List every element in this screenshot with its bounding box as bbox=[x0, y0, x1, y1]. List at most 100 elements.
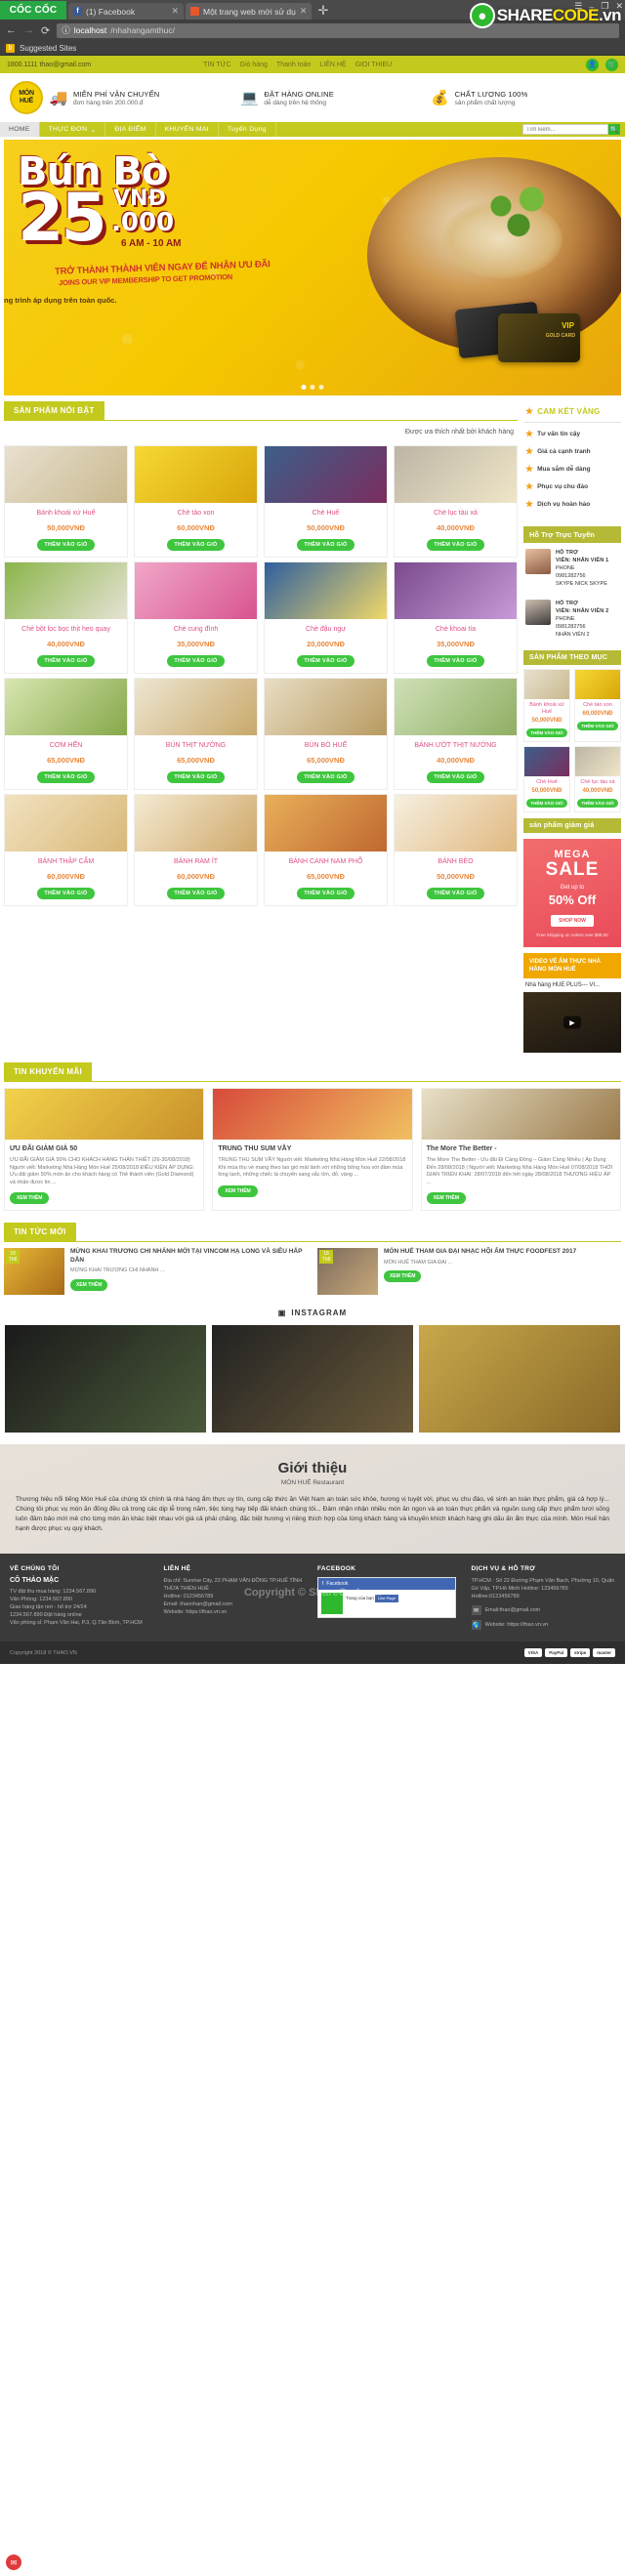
add-to-cart-button[interactable]: THÊM VÀO GIỎ bbox=[427, 771, 484, 783]
search-input[interactable] bbox=[522, 124, 608, 135]
add-to-cart-button[interactable]: THÊM VÀO GIỎ bbox=[37, 655, 95, 667]
add-to-cart-button[interactable]: THÊM VÀO GIỎ bbox=[297, 771, 354, 783]
add-to-cart-button[interactable]: THÊM VÀO GIỎ bbox=[37, 771, 95, 783]
product-card[interactable]: CƠM HẾN 65,000VNĐ THÊM VÀO GIỎ bbox=[4, 678, 128, 790]
add-to-cart-button[interactable]: THÊM VÀO GIỎ bbox=[167, 888, 225, 899]
brand-logo[interactable]: MÓN HUẾ bbox=[10, 81, 43, 114]
search-icon[interactable]: 🔍 bbox=[608, 124, 620, 135]
footer-email[interactable]: Email:thao@gmail.com bbox=[485, 1607, 541, 1613]
add-to-cart-button[interactable]: THÊM VÀO GIỎ bbox=[297, 888, 354, 899]
product-card[interactable]: BÁNH ƯỚT THỊT NƯỚNG 40,000VNĐ THÊM VÀO G… bbox=[394, 678, 518, 790]
close-window-icon[interactable]: ✕ bbox=[615, 1, 623, 12]
topnav-lien-he[interactable]: LIÊN HỆ bbox=[319, 62, 346, 68]
sale-promo-box[interactable]: MEGA SALE Get up to 50% Off SHOP NOW Fre… bbox=[523, 839, 621, 947]
slider-dot-2[interactable] bbox=[310, 385, 315, 390]
product-card[interactable]: Bánh khoái xứ Huế 50,000VNĐ THÊM VÀO GIỎ bbox=[4, 445, 128, 558]
nav-item-dia-diem[interactable]: ĐỊA ĐIỂM bbox=[105, 122, 156, 137]
instagram-photo[interactable] bbox=[5, 1325, 206, 1433]
read-more-button[interactable]: XEM THÊM bbox=[70, 1278, 108, 1291]
nav-item-home[interactable]: HOME bbox=[0, 122, 40, 137]
add-to-cart-button[interactable]: THÊM VÀO GIỎ bbox=[577, 722, 618, 730]
play-icon[interactable]: ▶ bbox=[563, 1016, 581, 1029]
sidebar-product-card[interactable]: Chè Huế 50,000VNĐ THÊM VÀO GIỎ bbox=[523, 746, 570, 812]
product-card[interactable]: BÁNH CANH NAM PHỔ 65,000VNĐ THÊM VÀO GIỎ bbox=[264, 794, 388, 906]
shop-now-button[interactable]: SHOP NOW bbox=[551, 915, 594, 927]
instagram-photo[interactable] bbox=[212, 1325, 413, 1433]
topnav-thanh-toan[interactable]: Thanh toán bbox=[276, 62, 311, 68]
product-card[interactable]: Chè cung đình 35,000VNĐ THÊM VÀO GIỎ bbox=[134, 561, 258, 674]
sidebar-product-card[interactable]: Chè lục tàu xá 40,000VNĐ THÊM VÀO GIỎ bbox=[574, 746, 621, 812]
product-card[interactable]: BÁNH RAM ÍT 60,000VNĐ THÊM VÀO GIỎ bbox=[134, 794, 258, 906]
cart-icon[interactable]: 🛒 bbox=[605, 58, 618, 71]
bookmark-suggested-sites[interactable]: Suggested Sites bbox=[20, 44, 76, 53]
add-to-cart-button[interactable]: THÊM VÀO GIỎ bbox=[297, 539, 354, 551]
add-to-cart-button[interactable]: THÊM VÀO GIỎ bbox=[37, 539, 95, 551]
product-card[interactable]: Chè khoai tía 35,000VNĐ THÊM VÀO GIỎ bbox=[394, 561, 518, 674]
add-to-cart-button[interactable]: THÊM VÀO GIỎ bbox=[427, 888, 484, 899]
add-to-cart-button[interactable]: THÊM VÀO GIỎ bbox=[427, 539, 484, 551]
star-icon: ★ bbox=[525, 481, 534, 491]
address-input[interactable]: ⓘ localhost/nhahangamthuc/ bbox=[57, 22, 619, 38]
nav-item-tuyen-dung[interactable]: Tuyển Dụng bbox=[219, 122, 276, 137]
add-to-cart-button[interactable]: THÊM VÀO GIỎ bbox=[526, 728, 567, 737]
news-item[interactable]: 18 Th8 MỪNG KHAI TRƯƠNG CHI NHÁNH MỚI TẠ… bbox=[4, 1248, 308, 1295]
reload-icon[interactable]: ⟳ bbox=[41, 24, 50, 37]
add-to-cart-button[interactable]: THÊM VÀO GIỎ bbox=[167, 655, 225, 667]
promo-card[interactable]: TRUNG THU SUM VẦY TRUNG THU SUM VẦY Ngườ… bbox=[212, 1088, 413, 1211]
product-card[interactable]: BÚN BÒ HUẾ 65,000VNĐ THÊM VÀO GIỎ bbox=[264, 678, 388, 790]
hero-slider-dots[interactable] bbox=[301, 385, 324, 390]
read-more-button[interactable]: XEM THÊM bbox=[10, 1192, 50, 1204]
maximize-icon[interactable]: ❐ bbox=[601, 1, 608, 12]
product-card[interactable]: Chè bột lọc bọc thịt heo quay 40,000VNĐ … bbox=[4, 561, 128, 674]
product-card[interactable]: Chè lục tàu xá 40,000VNĐ THÊM VÀO GIỎ bbox=[394, 445, 518, 558]
add-to-cart-button[interactable]: THÊM VÀO GIỎ bbox=[167, 539, 225, 551]
news-item[interactable]: 18 Th8 MÓN HUẾ THAM GIA ĐẠI NHẠC HỘI ẨM … bbox=[317, 1248, 621, 1295]
topnav-tin-tuc[interactable]: TIN TỨC bbox=[203, 62, 230, 68]
product-name: BÁNH CANH NAM PHỔ bbox=[288, 858, 363, 865]
add-to-cart-button[interactable]: THÊM VÀO GIỎ bbox=[167, 771, 225, 783]
product-card[interactable]: BÁNH BÈO 50,000VNĐ THÊM VÀO GIỎ bbox=[394, 794, 518, 906]
product-card[interactable]: BÚN THỊT NƯỚNG 65,000VNĐ THÊM VÀO GIỎ bbox=[134, 678, 258, 790]
product-name: Bánh khoái xứ Huế bbox=[529, 702, 564, 715]
slider-dot-3[interactable] bbox=[318, 385, 324, 390]
product-card[interactable]: Chè đậu ngự 20,000VNĐ THÊM VÀO GIỎ bbox=[264, 561, 388, 674]
add-to-cart-button[interactable]: THÊM VÀO GIỎ bbox=[37, 888, 95, 899]
sidebar-product-card[interactable]: Chè táo xon 60,000VNĐ THÊM VÀO GIỎ bbox=[574, 669, 621, 742]
read-more-button[interactable]: XEM THÊM bbox=[218, 1184, 258, 1197]
nav-item-khuyen-mai[interactable]: KHUYẾN MAI bbox=[156, 122, 219, 137]
footer-website[interactable]: Website: https://thao.vn.vn bbox=[485, 1622, 549, 1628]
user-icon[interactable]: 👤 bbox=[586, 58, 599, 71]
commitment-label: Dịch vụ hoàn hảo bbox=[537, 501, 591, 508]
slider-dot-1[interactable] bbox=[301, 385, 307, 390]
dollar-coin-icon: 💰 bbox=[431, 90, 449, 106]
topnav-gioi-thieu[interactable]: GIOI THIEU bbox=[355, 62, 393, 68]
back-icon[interactable]: ← bbox=[6, 24, 17, 36]
add-to-cart-button[interactable]: THÊM VÀO GIỎ bbox=[427, 655, 484, 667]
add-to-cart-button[interactable]: THÊM VÀO GIỎ bbox=[297, 655, 354, 667]
read-more-button[interactable]: XEM THÊM bbox=[426, 1192, 467, 1204]
read-more-button[interactable]: XEM THÊM bbox=[384, 1270, 422, 1282]
sidebar-product-card[interactable]: Bánh khoái xứ Huế 50,000VNĐ THÊM VÀO GIỎ bbox=[523, 669, 570, 742]
menu-icon[interactable]: ☰ bbox=[574, 1, 582, 12]
browser-tab-facebook[interactable]: f (1) Facebook ✕ bbox=[68, 3, 184, 20]
video-player[interactable]: ▶ bbox=[523, 992, 621, 1053]
add-to-cart-button[interactable]: THÊM VÀO GIỎ bbox=[526, 799, 567, 808]
minimize-icon[interactable]: – bbox=[589, 2, 594, 12]
instagram-photo[interactable] bbox=[419, 1325, 620, 1433]
chat-icon[interactable]: ✉ bbox=[6, 2555, 21, 2570]
promo-card[interactable]: ƯU ĐÃI GIẢM GIÁ 50 ƯU ĐÃI GIẢM GIÁ 50% C… bbox=[4, 1088, 205, 1211]
browser-tab-active[interactable]: Một trang web mới sử dụ ✕ bbox=[186, 3, 312, 20]
product-card[interactable]: Chè táo xon 60,000VNĐ THÊM VÀO GIỎ bbox=[134, 445, 258, 558]
topnav-gio-hang[interactable]: Giỏ hàng bbox=[240, 62, 268, 68]
close-icon[interactable]: ✕ bbox=[300, 6, 308, 17]
product-card[interactable]: Chè Huế 50,000VNĐ THÊM VÀO GIỎ bbox=[264, 445, 388, 558]
product-name: Chè táo xon bbox=[177, 510, 215, 517]
product-card[interactable]: BÁNH THẬP CẨM 60,000VNĐ THÊM VÀO GIỎ bbox=[4, 794, 128, 906]
hero-banner[interactable]: Bún Bò 25 VNĐ .000 6 AM - 10 AM TRỞ THÀN… bbox=[4, 140, 621, 395]
nav-item-thuc-don[interactable]: THỰC ĐƠN ⌄ bbox=[40, 122, 106, 137]
add-to-cart-button[interactable]: THÊM VÀO GIỎ bbox=[577, 799, 618, 808]
promo-card[interactable]: The More The Better - The More The Bette… bbox=[420, 1088, 621, 1211]
new-tab-button[interactable]: ✛ bbox=[317, 3, 328, 19]
product-name: BÚN THỊT NƯỚNG bbox=[165, 742, 227, 749]
close-icon[interactable]: ✕ bbox=[171, 6, 179, 17]
